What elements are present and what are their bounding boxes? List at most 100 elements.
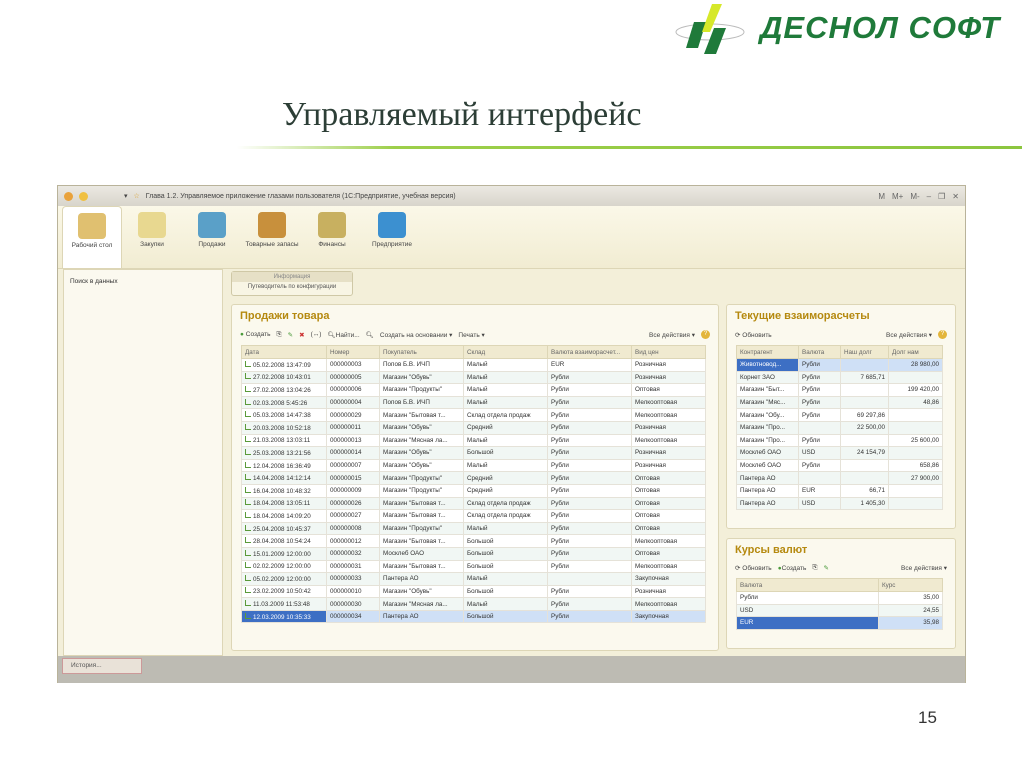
table-row[interactable]: Москлеб ОАО Рубли 658,86 — [736, 458, 943, 473]
search-in-data-link[interactable]: Поиск в данных — [70, 278, 216, 285]
section-3[interactable]: Товарные запасы — [242, 206, 302, 268]
create-based-button[interactable]: Создать на основании ▾ — [380, 331, 453, 339]
app-menu2-icon[interactable] — [79, 191, 88, 201]
table-row[interactable]: 25.03.2008 13:21:56 000000014 Магазин "Обу… — [241, 446, 706, 460]
print-button[interactable]: Печать ▾ — [458, 331, 484, 339]
table-row[interactable]: Пантера АО EUR 66,71 — [736, 483, 943, 498]
settlements-toolbar: ⟳ Обновить Все действия ▾ ? — [727, 327, 955, 342]
section-0[interactable]: Рабочий стол — [62, 206, 122, 268]
favorites-icon[interactable]: ☆ — [134, 192, 140, 200]
table-row[interactable]: 02.02.2009 12:00:00 000000031 Магазин "Быт… — [241, 559, 706, 574]
table-row[interactable]: USD 24,55 — [736, 603, 943, 618]
mem-m-button[interactable]: M — [878, 192, 885, 201]
section-4[interactable]: Финансы — [302, 206, 362, 268]
table-cell: 000000006 — [326, 383, 380, 397]
section-2[interactable]: Продажи — [182, 206, 242, 268]
table-cell: Рубли — [798, 383, 841, 397]
table-row[interactable]: 12.03.2009 10:35:33 000000034 Пантера АО Бо… — [241, 609, 706, 624]
cancel-search-icon[interactable]: 🔍︎ — [366, 331, 374, 339]
column-header[interactable]: Долг нам — [888, 345, 943, 359]
table-row[interactable]: 27.02.2008 13:04:26 000000006 Магазин "Про… — [241, 383, 706, 397]
rates-toolbar: ⟳ Обновить ●Создать ⎘ ✎ Все действия ▾ — [727, 561, 955, 575]
column-header[interactable]: Валюта взаиморасчет... — [547, 345, 632, 359]
find-button[interactable]: 🔍︎Найти... — [327, 331, 359, 339]
table-cell: Магазин "Мяс... — [736, 395, 799, 410]
create-button[interactable]: ● Создать — [240, 331, 270, 338]
table-row[interactable]: Москлеб ОАО USD 24 154,79 — [736, 446, 943, 460]
all-actions-button[interactable]: Все действия ▾ — [901, 564, 947, 572]
edit-icon[interactable]: ✎ — [288, 331, 293, 339]
table-cell: Магазин "Обувь" — [379, 446, 464, 460]
posted-icon — [245, 574, 251, 581]
copy-icon[interactable]: ⎘ — [812, 564, 817, 572]
table-cell: 000000015 — [326, 471, 380, 485]
column-header[interactable]: Наш долг — [840, 345, 889, 359]
table-row[interactable]: 18.04.2008 14:09:20 000000027 Магазин "Быт… — [241, 509, 706, 523]
table-row[interactable]: Магазин "Обу... Рубли 69 297,86 — [736, 408, 943, 422]
table-row[interactable]: 16.04.2008 10:48:32 000000009 Магазин "Про… — [241, 483, 706, 498]
table-row[interactable]: Корнет ЗАО Рубли 7 685,71 — [736, 370, 943, 385]
column-header[interactable]: Номер — [326, 345, 380, 359]
table-row[interactable]: 05.03.2008 14:47:38 000000029 Магазин "Быт… — [241, 408, 706, 422]
close-icon[interactable]: ✕ — [952, 192, 959, 201]
table-cell: 69 297,86 — [840, 408, 889, 422]
refresh-button[interactable]: ⟳ Обновить — [735, 331, 772, 339]
table-row[interactable]: 05.02.2009 12:00:00 000000033 Пантера АО Ма… — [241, 572, 706, 586]
table-row[interactable]: 15.01.2009 12:00:00 000000032 Москлеб ОАО Б… — [241, 546, 706, 561]
table-row[interactable]: 02.03.2008 5:45:26 000000004 Попов Б.В. ИЧ… — [241, 395, 706, 410]
all-actions-button[interactable]: Все действия ▾ — [649, 331, 695, 339]
table-cell: USD — [736, 603, 879, 618]
table-row[interactable]: EUR 35,98 — [736, 616, 943, 630]
create-button[interactable]: ●Создать — [778, 565, 807, 572]
table-row[interactable]: 14.04.2008 14:12:14 000000015 Магазин "Про… — [241, 471, 706, 485]
column-header[interactable]: Контрагент — [736, 345, 799, 359]
table-row[interactable]: Магазин "Быт... Рубли 199 420,00 — [736, 383, 943, 397]
table-cell: Рубли — [798, 458, 841, 473]
table-row[interactable]: Животновод... Рубли 28 980,00 — [736, 358, 943, 372]
table-row[interactable]: Магазин "Про... 22 500,00 — [736, 420, 943, 435]
column-header[interactable]: Склад — [463, 345, 548, 359]
help-icon[interactable]: ? — [938, 330, 947, 339]
column-header[interactable]: Валюта — [736, 578, 879, 592]
minimize-icon[interactable]: – — [927, 192, 931, 201]
restore-icon[interactable]: ❐ — [938, 192, 945, 201]
column-header[interactable]: Валюта — [798, 345, 841, 359]
dropdown-icon[interactable]: ▾ — [124, 192, 128, 200]
table-row[interactable]: 21.03.2008 13:03:11 000000013 Магазин "Мяс… — [241, 433, 706, 448]
table-row[interactable]: Магазин "Про... Рубли 25 600,00 — [736, 433, 943, 448]
table-row[interactable]: 23.02.2009 10:50:42 000000010 Магазин "Обу… — [241, 584, 706, 599]
table-row[interactable]: 18.04.2008 13:05:11 000000026 Магазин "Быт… — [241, 496, 706, 511]
table-row[interactable]: 28.04.2008 10:54:24 000000012 Магазин "Быт… — [241, 534, 706, 548]
table-row[interactable]: Пантера АО USD 1 405,30 — [736, 496, 943, 511]
history-tab[interactable]: История... — [62, 658, 142, 674]
rates-table: Валюта Курс Рубли 35,00 USD 24,55 EUR 35,98 — [736, 578, 943, 630]
mem-mplus-button[interactable]: M+ — [892, 192, 903, 201]
table-row[interactable]: 25.04.2008 10:45:37 000000008 Магазин "Про… — [241, 521, 706, 536]
delete-icon[interactable]: ✖ — [299, 331, 304, 339]
edit-icon[interactable]: ✎ — [824, 564, 829, 572]
table-row[interactable]: Пантера АО 27 900,00 — [736, 471, 943, 485]
table-row[interactable]: 11.03.2009 11:53:48 000000030 Магазин "Мяс… — [241, 597, 706, 611]
section-1[interactable]: Закупки — [122, 206, 182, 268]
table-row[interactable]: 20.03.2008 10:52:18 000000011 Магазин "Обу… — [241, 420, 706, 435]
config-guide-link[interactable]: Путеводитель по конфигурации — [232, 282, 352, 292]
table-cell — [840, 433, 889, 448]
column-header[interactable]: Курс — [878, 578, 943, 592]
app-menu-icon[interactable] — [64, 191, 73, 201]
goto-icon[interactable]: (↔) — [311, 331, 322, 338]
table-row[interactable]: 27.02.2008 10:43:01 000000005 Магазин "Обу… — [241, 370, 706, 385]
refresh-button[interactable]: ⟳ Обновить — [735, 564, 772, 572]
column-header[interactable]: Дата — [241, 345, 327, 359]
copy-icon[interactable]: ⎘ — [276, 331, 281, 339]
all-actions-button[interactable]: Все действия ▾ — [886, 331, 932, 339]
table-cell: 000000008 — [326, 521, 380, 536]
table-row[interactable]: 12.04.2008 16:36:49 000000007 Магазин "Обу… — [241, 458, 706, 473]
help-icon[interactable]: ? — [701, 330, 710, 339]
table-row[interactable]: 05.02.2008 13:47:09 000000003 Попов Б.В. И… — [241, 358, 706, 372]
table-row[interactable]: Магазин "Мяс... Рубли 48,86 — [736, 395, 943, 410]
column-header[interactable]: Вид цен — [631, 345, 706, 359]
column-header[interactable]: Покупатель — [379, 345, 464, 359]
table-row[interactable]: Рубли 35,00 — [736, 591, 943, 605]
mem-mminus-button[interactable]: M- — [910, 192, 919, 201]
section-5[interactable]: Предприятие — [362, 206, 422, 268]
